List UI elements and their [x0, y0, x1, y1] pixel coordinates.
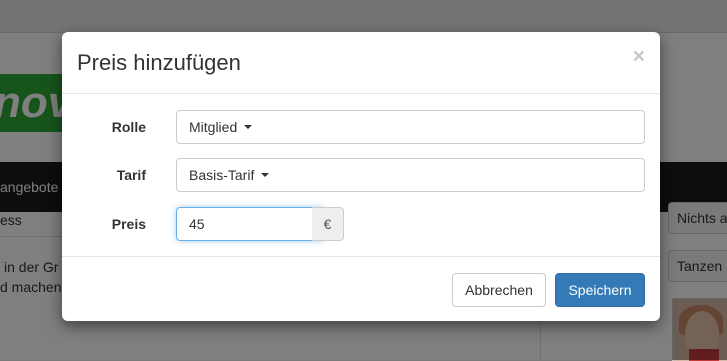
caret-down-icon	[261, 173, 270, 178]
dialog-title: Preis hinzufügen	[77, 50, 241, 75]
price-row: Preis 45 €	[62, 207, 660, 241]
price-label: Preis	[111, 216, 146, 232]
tariff-row: Tarif Basis-Tarif	[62, 158, 660, 192]
dialog-header: Preis hinzufügen ×	[62, 32, 660, 94]
save-button[interactable]: Speichern	[555, 273, 645, 307]
role-row: Rolle Mitglied	[62, 110, 660, 144]
tariff-select[interactable]: Basis-Tarif	[176, 158, 645, 192]
price-input[interactable]: 45	[176, 207, 324, 241]
tariff-label: Tarif	[116, 167, 146, 183]
role-select-value: Mitglied	[189, 119, 238, 135]
tariff-select-value: Basis-Tarif	[189, 167, 255, 183]
add-price-dialog: Preis hinzufügen × Rolle Mitglied Tarif …	[62, 32, 660, 321]
dialog-footer: Abbrechen Speichern	[62, 256, 660, 321]
role-label: Rolle	[111, 119, 146, 135]
close-icon[interactable]: ×	[633, 46, 645, 68]
cancel-button[interactable]: Abbrechen	[452, 273, 546, 307]
caret-down-icon	[244, 125, 253, 130]
role-select[interactable]: Mitglied	[176, 110, 645, 144]
currency-addon: €	[312, 207, 344, 241]
